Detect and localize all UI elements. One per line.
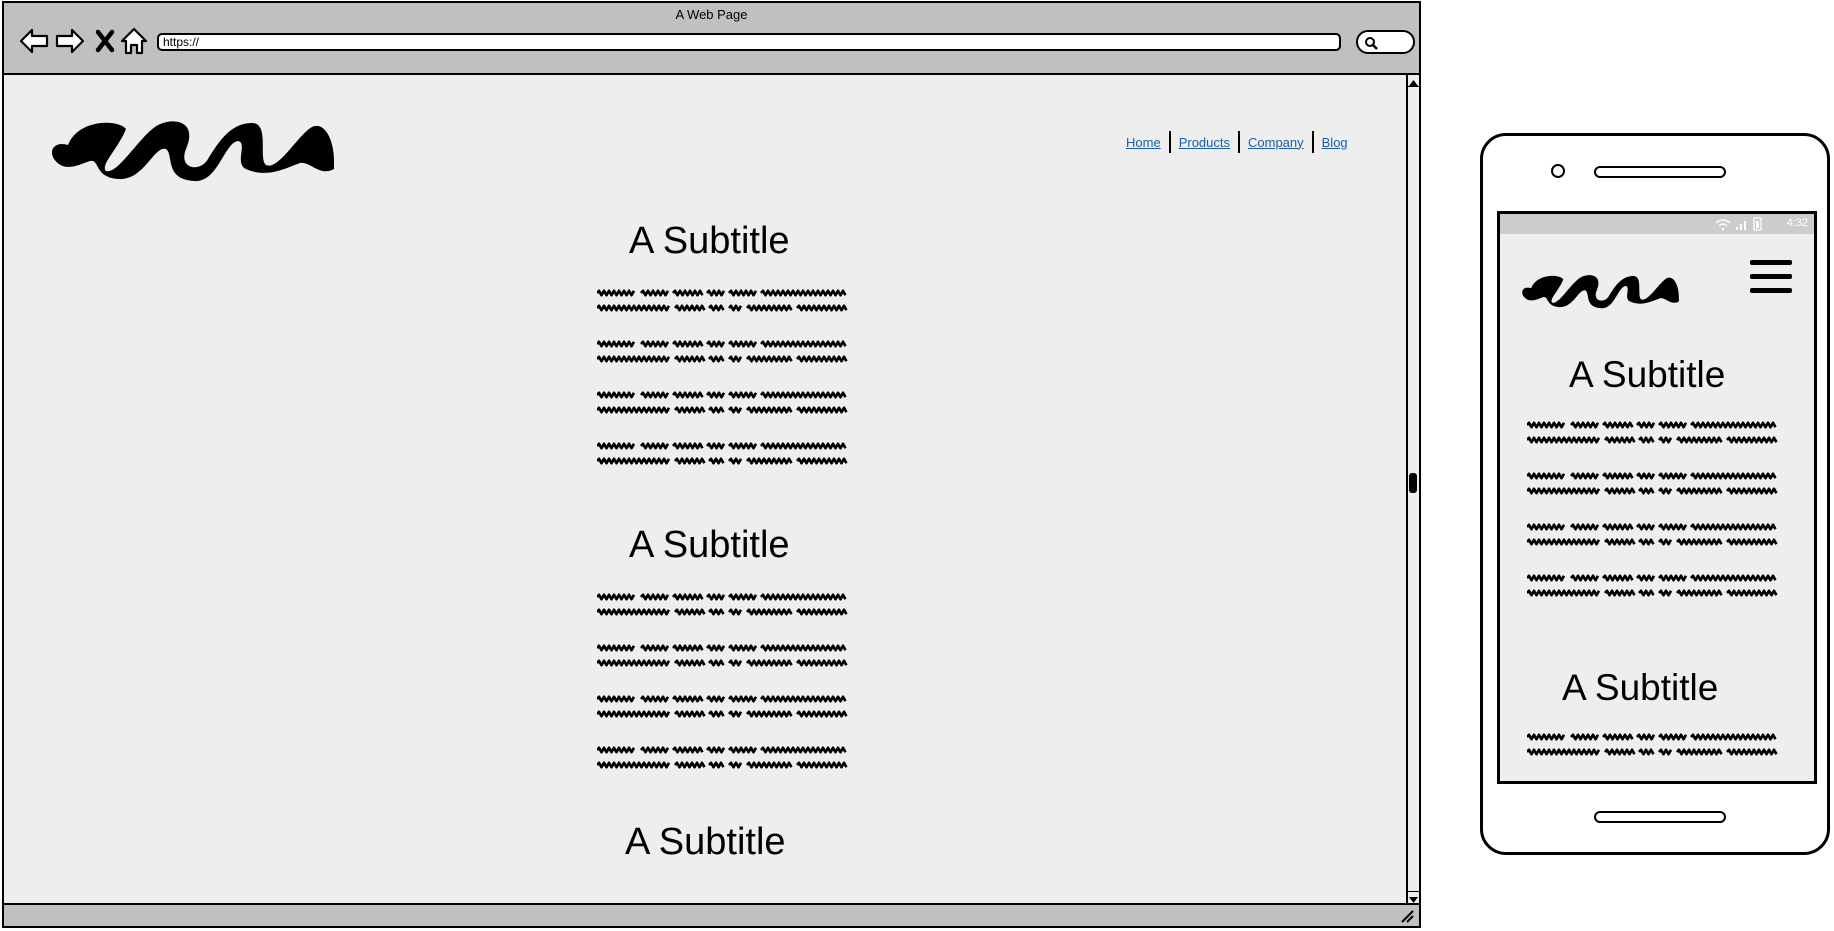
camera-icon [1551,164,1565,178]
section-subtitle: A Subtitle [629,220,790,262]
search-icon [1365,37,1378,50]
browser-window: A Web Page https:// Home Products Compan… [2,1,1421,928]
scroll-up-arrow-icon[interactable] [1408,75,1419,87]
search-box[interactable] [1356,30,1415,54]
scroll-down-arrow-icon[interactable] [1408,891,1419,903]
resize-grip-icon[interactable] [1399,908,1415,924]
text-placeholder [597,746,848,769]
home-icon[interactable] [116,23,152,59]
mobile-status-bar: 4:32 [1500,214,1814,234]
text-placeholder [1527,421,1778,444]
text-placeholder [597,644,848,667]
browser-toolbar: https:// [4,23,1419,73]
section-subtitle: A Subtitle [629,524,790,566]
speaker-grille [1594,166,1726,178]
signal-battery-icon [1715,217,1762,231]
vertical-scrollbar[interactable] [1406,73,1419,905]
text-placeholder [597,442,848,465]
text-placeholder [597,593,848,616]
nav-link-products[interactable]: Products [1171,135,1238,150]
text-placeholder [597,340,848,363]
mobile-screen: 4:32 A Subtitle A Subtitle [1497,211,1817,784]
page-viewport: Home Products Company Blog A Subtitle A … [4,73,1408,905]
mobile-clock: 4:32 [1786,217,1808,229]
text-placeholder [1527,733,1778,756]
arrow-left-icon[interactable] [16,23,52,59]
section-subtitle: A Subtitle [1569,354,1726,395]
nav-link-company[interactable]: Company [1240,135,1312,150]
site-logo[interactable] [1520,262,1680,310]
text-placeholder [597,391,848,414]
section-subtitle: A Subtitle [1562,667,1719,708]
text-placeholder [597,695,848,718]
text-placeholder [1527,523,1778,546]
section-subtitle: A Subtitle [625,821,786,863]
site-nav: Home Products Company Blog [1118,131,1356,153]
nav-link-blog[interactable]: Blog [1314,135,1356,150]
site-logo[interactable] [48,99,336,183]
hamburger-menu-icon[interactable] [1750,260,1792,298]
mobile-device: 4:32 A Subtitle A Subtitle [1480,133,1830,855]
address-bar[interactable]: https:// [157,33,1341,51]
text-placeholder [1527,472,1778,495]
scroll-thumb[interactable] [1409,473,1417,493]
arrow-right-icon[interactable] [52,23,88,59]
home-button[interactable] [1594,811,1726,823]
nav-link-home[interactable]: Home [1118,135,1169,150]
text-placeholder [1527,574,1778,597]
text-placeholder [597,289,848,312]
status-bar [4,907,1419,926]
